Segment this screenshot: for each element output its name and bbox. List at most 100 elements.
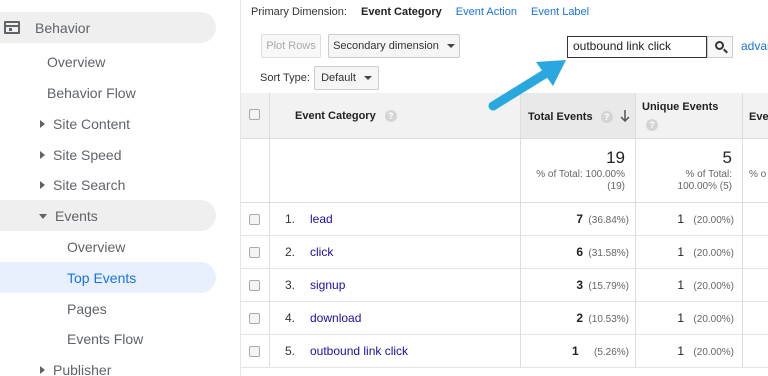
event-category-link[interactable]: signup — [310, 278, 345, 292]
row-checkbox[interactable] — [249, 214, 260, 225]
table-row[interactable]: 4. download 2 (10.53%) 1 (20.00%) — [241, 302, 768, 335]
sort-type-dropdown[interactable]: Default — [314, 66, 379, 90]
percent: (20.00%) — [693, 347, 734, 358]
search-button[interactable] — [707, 36, 733, 58]
table-row[interactable]: 1. lead 7 (36.84%) 1 (20.00%) — [241, 203, 768, 236]
sidebar-item-publisher[interactable]: Publisher — [0, 354, 111, 376]
select-all-checkbox[interactable] — [249, 109, 260, 120]
sidebar-item-label: Overview — [47, 53, 106, 70]
event-category-link[interactable]: click — [310, 245, 333, 259]
analytics-page: Behavior Overview Behavior Flow Site Con… — [0, 0, 768, 376]
pct-line: (19) — [607, 181, 625, 192]
header-unique-events[interactable]: Unique Events ? — [635, 93, 742, 139]
help-icon[interactable]: ? — [646, 119, 658, 131]
sidebar-item-events-overview[interactable]: Overview — [0, 231, 125, 262]
header-total-events[interactable]: Total Events ? — [520, 93, 635, 139]
behavior-icon — [4, 21, 20, 34]
header-text: Total Events — [528, 111, 593, 123]
secondary-dimension-dropdown[interactable]: Secondary dimension — [328, 34, 460, 58]
sidebar-item-label: Publisher — [53, 361, 112, 376]
pct-line: % of Total: — [685, 169, 732, 180]
sidebar-item-label: Events Flow — [67, 330, 144, 347]
value: 1 — [677, 311, 685, 325]
sidebar-item-events-flow[interactable]: Events Flow — [0, 323, 143, 354]
sidebar-item-label: Events — [55, 207, 98, 224]
expand-triangle-icon — [40, 180, 45, 189]
next-cell — [742, 269, 768, 301]
header-next-column[interactable]: Eve — [742, 93, 768, 139]
expand-triangle-icon — [40, 365, 45, 374]
total-events-value: 19 — [606, 148, 625, 167]
value: 7 — [576, 212, 584, 226]
percent: (20.00%) — [693, 314, 734, 325]
unique-events-value: 1 (20.00%) — [677, 311, 734, 325]
sidebar-item-label: Site Search — [53, 176, 126, 193]
sort-type-label: Sort Type: — [260, 72, 310, 84]
dimension-event-category[interactable]: Event Category — [361, 6, 442, 18]
sidebar-item-pages[interactable]: Pages — [0, 293, 107, 324]
value: 1 — [677, 278, 685, 292]
percent: (20.00%) — [693, 215, 734, 226]
table-row[interactable]: 5. outbound link click 1 (5.26%) 1 (20.0… — [241, 335, 768, 368]
total-events-cell: 2 (10.53%) — [520, 302, 635, 334]
dimension-event-label-link[interactable]: Event Label — [531, 6, 589, 18]
next-cell — [742, 236, 768, 268]
sidebar-item-site-search[interactable]: Site Search — [0, 169, 125, 200]
sidebar-item-behavior-flow[interactable]: Behavior Flow — [0, 77, 136, 108]
percent: (15.79%) — [588, 281, 629, 292]
category-cell — [269, 302, 520, 334]
report-panel: Primary Dimension: Event Category Event … — [240, 0, 768, 376]
sidebar-item-site-content[interactable]: Site Content — [0, 108, 130, 139]
unique-events-cell: 1 (20.00%) — [635, 335, 742, 367]
header-text: Event Category — [295, 110, 376, 122]
sort-type-value: Default — [321, 72, 356, 84]
table-row[interactable]: 2. click 6 (31.58%) 1 (20.00%) — [241, 236, 768, 269]
search-input-value: outbound link click — [573, 39, 672, 53]
value: 3 — [576, 278, 584, 292]
primary-dimension-label: Primary Dimension: — [251, 6, 347, 18]
value: 1 — [677, 344, 685, 358]
plot-rows-button[interactable]: Plot Rows — [261, 34, 321, 58]
sidebar-item-label: Behavior — [35, 19, 91, 36]
sidebar-item-behavior[interactable]: Behavior — [0, 12, 216, 43]
row-checkbox[interactable] — [249, 313, 260, 324]
sidebar-item-site-speed[interactable]: Site Speed — [0, 139, 122, 170]
header-total-events-label: Total Events ? — [528, 111, 613, 124]
row-index: 5. — [285, 344, 296, 358]
sidebar-item-events[interactable]: Events — [0, 200, 216, 231]
total-events-cell: 3 (15.79%) — [520, 269, 635, 301]
totals-unique-events-cell: 5 % of Total: 100.00% (5) — [635, 139, 742, 202]
unique-events-value: 1 (20.00%) — [677, 278, 734, 292]
row-checkbox[interactable] — [249, 247, 260, 258]
unique-events-value: 1 (20.00%) — [677, 344, 734, 358]
advanced-filter-link[interactable]: advanced — [741, 39, 768, 53]
sidebar-item-top-events[interactable]: Top Events — [0, 262, 216, 293]
sidebar-item-label: Site Speed — [53, 146, 122, 163]
header-event-category-label: Event Category ? — [295, 110, 397, 123]
pct-line: 100.00% (5) — [677, 181, 732, 192]
table-search-input[interactable]: outbound link click — [567, 36, 707, 58]
header-event-category[interactable]: Event Category ? — [269, 93, 520, 139]
help-icon[interactable]: ? — [384, 110, 397, 123]
plot-rows-label: Plot Rows — [266, 40, 316, 52]
sidebar-item-label: Behavior Flow — [47, 84, 136, 101]
row-index: 1. — [285, 212, 296, 226]
row-index: 4. — [285, 311, 296, 325]
dimension-event-action-link[interactable]: Event Action — [456, 6, 517, 18]
event-category-link[interactable]: outbound link click — [310, 344, 408, 358]
unique-events-cell: 1 (20.00%) — [635, 302, 742, 334]
sidebar-item-overview[interactable]: Overview — [0, 46, 105, 77]
total-events-value: 3 (15.79%) — [576, 278, 629, 292]
totals-label-cell — [269, 139, 520, 202]
table-row[interactable]: 3. signup 3 (15.79%) 1 (20.00%) — [241, 269, 768, 302]
event-category-link[interactable]: download — [310, 311, 361, 325]
percent: (20.00%) — [693, 281, 734, 292]
totals-total-events-cell: 19 % of Total: 100.00% (19) — [520, 139, 635, 202]
row-checkbox[interactable] — [249, 346, 260, 357]
event-category-link[interactable]: lead — [310, 212, 333, 226]
help-icon[interactable]: ? — [600, 111, 613, 124]
sort-descending-icon — [620, 110, 630, 122]
total-events-pct: % of Total: 100.00% (19) — [536, 169, 625, 193]
percent: (10.53%) — [588, 314, 629, 325]
row-checkbox[interactable] — [249, 280, 260, 291]
